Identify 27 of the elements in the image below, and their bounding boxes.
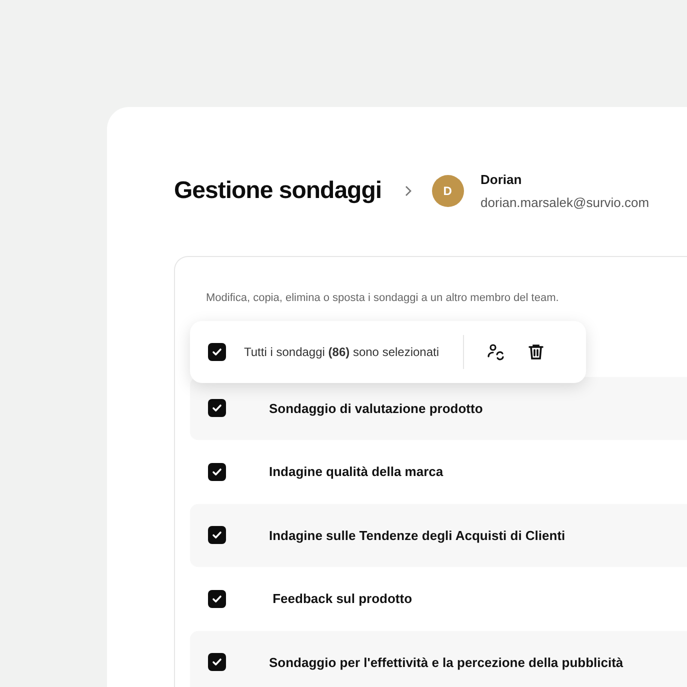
survey-row[interactable]: Sondaggio per l'effettività e la percezione della pubblicità <box>190 630 687 687</box>
user-name: Dorian <box>480 171 523 189</box>
survey-row[interactable]: Sondaggio di valutazione prodotto <box>190 376 687 440</box>
avatar: D <box>432 175 464 207</box>
survey-title: Feedback sul prodotto <box>272 590 412 608</box>
checkmark-icon <box>211 402 223 414</box>
checkmark-icon <box>211 346 223 358</box>
survey-title: Sondaggio per l'effettività e la percezione della pubblicità <box>269 654 624 672</box>
checkbox[interactable] <box>208 526 226 544</box>
checkmark-icon <box>211 466 223 478</box>
chevron-right-icon <box>404 185 412 197</box>
checkmark-icon <box>211 656 223 668</box>
checkbox[interactable] <box>208 590 226 608</box>
checkmark-icon <box>211 529 223 542</box>
selection-text: Tutti i sondaggi (86) sono selezionati <box>244 344 440 360</box>
checkmark-icon <box>211 592 223 605</box>
description: Modifica, copia, elimina o sposta i sondaggi a un altro membro del team. <box>205 291 560 306</box>
checkbox[interactable] <box>208 653 226 672</box>
survey-title: Indagine qualità della marca <box>269 463 444 481</box>
page-title: Gestione sondaggi <box>174 176 382 206</box>
user-email: dorian.marsalek@survio.com <box>480 194 650 212</box>
survey-title: Indagine sulle Tendenze degli Acquisti di Clienti <box>269 526 566 545</box>
survey-row[interactable]: Indagine sulle Tendenze degli Acquisti di Clienti <box>190 504 687 567</box>
checkbox[interactable] <box>208 462 226 481</box>
checkbox[interactable] <box>208 399 226 418</box>
checkbox[interactable] <box>208 342 226 360</box>
survey-title: Sondaggio di valutazione prodotto <box>269 400 483 418</box>
